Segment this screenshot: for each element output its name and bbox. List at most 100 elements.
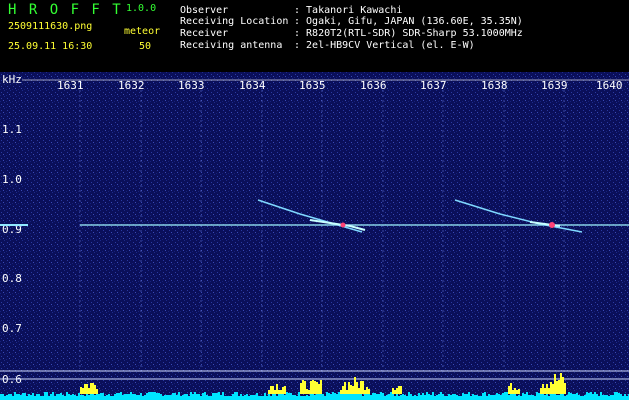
activity-bar (268, 394, 270, 400)
activity-bar (526, 392, 528, 400)
y-tick-label: 0.7 (2, 322, 22, 335)
activity-bar (308, 396, 310, 400)
antenna-label: Receiving antenna (180, 40, 283, 51)
activity-bar (54, 396, 56, 400)
activity-bar (426, 392, 428, 400)
activity-bar (400, 395, 402, 400)
y-tick-label: 0.8 (2, 272, 22, 285)
activity-bar (126, 394, 128, 400)
activity-bar (592, 394, 594, 400)
activity-bar (428, 394, 430, 400)
activity-bar (584, 395, 586, 400)
activity-peak (516, 390, 518, 394)
activity-bar (508, 395, 510, 400)
activity-peak (340, 390, 342, 394)
activity-peak (364, 390, 366, 394)
activity-peak (274, 390, 276, 394)
app-version: 1.0.0 (126, 3, 157, 14)
activity-peak (346, 390, 348, 394)
activity-peak (540, 388, 542, 394)
activity-peak (556, 381, 558, 394)
activity-bar (348, 393, 350, 400)
activity-bar (606, 395, 608, 400)
activity-bar (132, 394, 134, 400)
activity-bar (326, 392, 328, 400)
activity-peak (300, 383, 302, 394)
activity-bar (82, 395, 84, 400)
activity-bar (198, 394, 200, 400)
activity-bar (184, 394, 186, 400)
activity-bar (534, 396, 536, 400)
activity-bar (74, 395, 76, 400)
activity-bar (266, 396, 268, 400)
activity-bar (444, 396, 446, 400)
activity-bar (324, 396, 326, 400)
activity-bar (322, 394, 324, 400)
activity-peak (368, 389, 370, 394)
activity-bar (276, 396, 278, 400)
activity-bar (192, 394, 194, 400)
activity-bar (284, 395, 286, 400)
activity-bar (436, 395, 438, 400)
activity-bar (618, 393, 620, 400)
activity-bar (622, 396, 624, 400)
activity-peak (558, 380, 560, 394)
activity-bar (250, 395, 252, 400)
activity-bar (44, 392, 46, 400)
activity-bar (102, 393, 104, 400)
activity-peak (276, 384, 278, 394)
activity-bar (200, 396, 202, 400)
activity-bar (582, 396, 584, 400)
activity-bar (138, 395, 140, 400)
activity-peak (356, 382, 358, 394)
activity-bar (168, 395, 170, 400)
activity-bar (224, 396, 226, 400)
activity-peak (392, 388, 394, 394)
activity-bar (68, 394, 70, 400)
x-tick-label: 1633 (178, 79, 205, 92)
activity-bar (218, 392, 220, 400)
activity-bar (528, 395, 530, 400)
activity-bar (300, 396, 302, 400)
activity-bar (502, 393, 504, 400)
activity-bar (456, 395, 458, 400)
activity-bar (130, 392, 132, 400)
activity-peak (362, 381, 364, 394)
activity-bar (252, 395, 254, 400)
activity-bar (164, 395, 166, 400)
activity-bar (438, 394, 440, 400)
activity-bar (334, 393, 336, 400)
activity-bar (408, 392, 410, 400)
activity-bar (142, 396, 144, 400)
activity-peak (304, 381, 306, 394)
activity-bar (272, 394, 274, 400)
activity-bar (448, 394, 450, 400)
activity-bar (196, 394, 198, 400)
activity-bar (496, 393, 498, 400)
activity-bar (232, 394, 234, 400)
activity-bar (166, 395, 168, 400)
spectrogram: 1631 1632 1633 1634 1635 1636 1637 1638 … (0, 72, 629, 400)
activity-bar (550, 393, 552, 400)
activity-bar (50, 394, 52, 400)
activity-bar (136, 395, 138, 400)
activity-bar (10, 394, 12, 400)
activity-bar (16, 394, 18, 400)
activity-bar (242, 396, 244, 400)
activity-bar (586, 392, 588, 400)
location-value: : Ogaki, Gifu, JAPAN (136.60E, 35.35N) (294, 16, 523, 27)
activity-bar (478, 396, 480, 400)
activity-bar (420, 395, 422, 400)
activity-bar (110, 396, 112, 400)
activity-peak (316, 382, 318, 394)
app-title: H R O F F T (8, 2, 123, 18)
activity-bar (206, 395, 208, 400)
activity-bar (14, 392, 16, 400)
activity-peak (548, 388, 550, 394)
activity-bar (500, 395, 502, 400)
activity-bar (374, 393, 376, 400)
activity-bar (42, 396, 44, 400)
activity-bar (612, 395, 614, 400)
activity-bar (610, 395, 612, 400)
activity-bar (248, 396, 250, 400)
